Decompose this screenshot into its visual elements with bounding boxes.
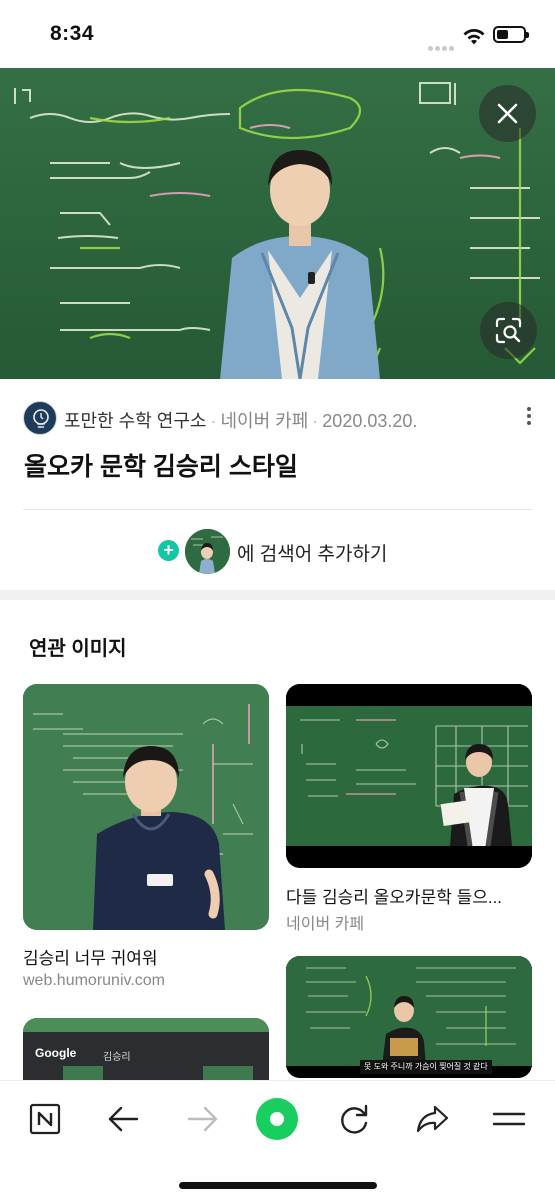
arrow-right-icon <box>187 1106 218 1132</box>
more-options-icon[interactable] <box>525 407 533 429</box>
source-info[interactable]: 포만한 수학 연구소 · 네이버 카페 · 2020.03.20. <box>23 401 533 435</box>
chalkboard-lecture-photo <box>0 68 555 379</box>
related-image-4[interactable]: 못 도와 주니까 가슴이 찢어질 것 같다 <box>286 956 532 1078</box>
related-image-1-source: web.humoruniv.com <box>23 972 165 989</box>
refresh-button[interactable] <box>329 1095 379 1143</box>
related-image-2[interactable] <box>286 684 532 868</box>
related-image-1-caption[interactable]: 김승리 너무 귀여워 <box>23 944 269 969</box>
search-term-thumbnail <box>185 529 230 574</box>
plus-icon: + <box>158 540 179 561</box>
related-image-2-photo <box>286 684 532 868</box>
related-image-2-caption[interactable]: 다들 김승리 올오카문학 들으... <box>286 883 532 908</box>
refresh-icon <box>341 1104 368 1134</box>
forward-button[interactable] <box>177 1095 227 1143</box>
back-button[interactable] <box>99 1095 149 1143</box>
home-indicator[interactable] <box>179 1182 377 1189</box>
main-image[interactable] <box>0 68 555 379</box>
section-divider <box>0 590 555 600</box>
naver-home-button[interactable] <box>20 1095 70 1143</box>
related-images-title: 연관 이미지 <box>29 638 127 660</box>
arrow-left-icon <box>108 1106 139 1132</box>
share-button[interactable] <box>407 1095 457 1143</box>
image-search-button[interactable] <box>480 302 537 359</box>
related-image-1[interactable] <box>23 684 269 930</box>
source-name[interactable]: 포만한 수학 연구소 <box>64 411 206 431</box>
video-subtitle: 못 도와 주니까 가슴이 찢어질 것 같다 <box>360 1060 492 1074</box>
related-image-3-top-bar <box>23 1018 269 1032</box>
source-logo-icon <box>23 401 57 435</box>
page-title[interactable]: 올오카 문학 김승리 스타일 <box>24 447 298 483</box>
google-query-text: 김승리 <box>103 1052 131 1063</box>
add-search-term-label: 에 검색어 추가하기 <box>237 544 388 565</box>
menu-icon <box>492 1112 526 1126</box>
menu-button[interactable] <box>484 1095 534 1143</box>
google-logo-text: Google <box>35 1046 77 1060</box>
related-image-1-photo <box>23 684 269 930</box>
lens-search-icon <box>495 317 522 344</box>
related-image-2-source: 네이버 카페 <box>286 916 365 933</box>
cellular-signal-icon <box>428 38 458 51</box>
green-dot-icon <box>256 1098 298 1140</box>
source-text: 포만한 수학 연구소 · 네이버 카페 · 2020.03.20. <box>64 411 418 431</box>
wifi-icon <box>463 29 485 45</box>
close-icon <box>497 103 518 124</box>
divider <box>23 509 532 510</box>
share-icon <box>416 1105 449 1133</box>
status-time: 8:34 <box>50 22 95 45</box>
naver-n-icon <box>29 1103 61 1135</box>
source-platform: 네이버 카페 <box>220 411 309 431</box>
add-search-term-button[interactable]: + 에 검색어 추가하기 <box>0 528 555 574</box>
battery-icon <box>493 26 529 43</box>
status-bar: 8:34 <box>0 0 555 68</box>
source-date: 2020.03.20. <box>322 411 418 431</box>
green-dot-button[interactable] <box>253 1095 301 1143</box>
close-button[interactable] <box>479 85 536 142</box>
